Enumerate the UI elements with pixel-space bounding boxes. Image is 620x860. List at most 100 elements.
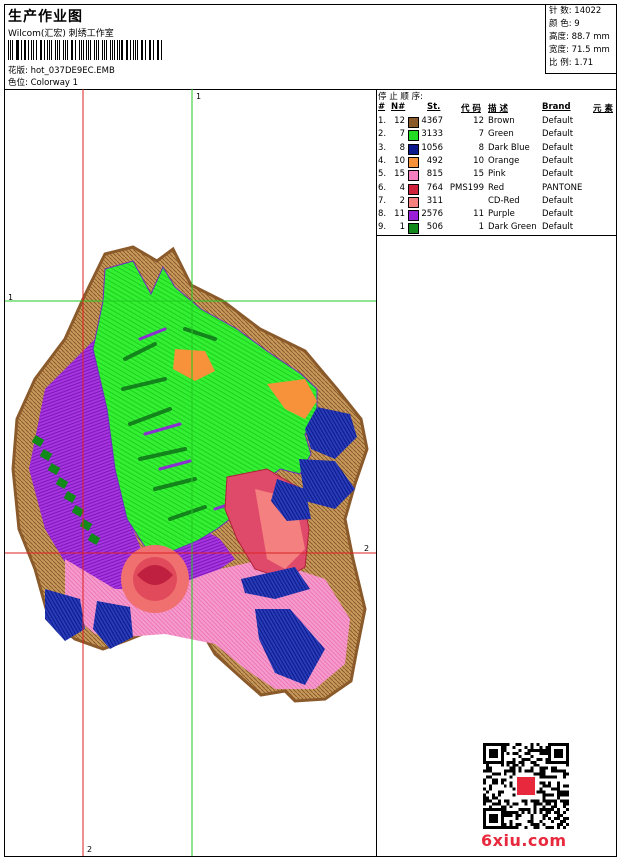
stop-sequence-title: 停 止 顺 序:	[378, 92, 423, 102]
row-stitches: 492	[426, 155, 443, 166]
row-stitches: 3133	[421, 129, 443, 140]
row-code: 10	[473, 155, 484, 166]
row-code: 8	[478, 142, 484, 153]
stat-scale: 比 例: 1.71	[549, 58, 594, 68]
color-swatch	[408, 183, 419, 195]
color-swatch	[408, 143, 419, 155]
table-row: 1. 12 4367 12 Brown Default	[377, 115, 616, 128]
table-row: 6. 4 764 PMS199 Red PANTONE	[377, 182, 616, 195]
row-brand: Default	[542, 195, 574, 206]
row-code: 7	[478, 129, 484, 140]
row-index: 2.	[378, 129, 387, 140]
table-row: 3. 8 1056 8 Dark Blue Default	[377, 142, 616, 155]
stat-colors: 颜 色: 9	[549, 19, 580, 29]
embroidery-design-image	[5, 89, 376, 856]
col-needle: N#	[391, 102, 406, 112]
row-brand: PANTONE	[542, 182, 583, 193]
table-row: 8. 11 2576 11 Purple Default	[377, 208, 616, 222]
row-index: 5.	[378, 169, 387, 180]
col-index: #	[378, 102, 386, 112]
row-description: Purple	[488, 209, 515, 220]
row-index: 1.	[378, 116, 387, 126]
row-stitches: 1056	[421, 142, 443, 153]
guide-label-h2: 2	[364, 544, 370, 553]
row-needle: 2	[399, 195, 405, 206]
sheet-header: 生产作业图 Wilcom(汇宏) 刺绣工作室 花版: hot_037DE9EC.…	[5, 5, 617, 90]
stat-height: 高度: 88.7 mm	[549, 32, 610, 42]
color-swatch	[408, 210, 419, 222]
row-index: 8.	[378, 209, 387, 220]
table-row: 5. 15 815 15 Pink Default	[377, 168, 616, 182]
col-brand: Brand	[542, 102, 571, 112]
row-stitches: 311	[426, 195, 443, 206]
stop-sequence-panel: 停 止 顺 序: # N# St. 代 码 描 述 Brand 元 素 1. 12…	[377, 89, 616, 236]
row-code: 15	[473, 169, 484, 180]
barcode	[8, 40, 164, 60]
table-row: 7. 2 311 CD-Red Default	[377, 195, 616, 208]
row-description: Brown	[488, 116, 515, 126]
row-code: PMS199	[449, 182, 484, 193]
guide-label-h1: 1	[8, 293, 14, 302]
row-code: 12	[473, 116, 484, 126]
row-index: 4.	[378, 155, 387, 166]
design-preview: 1 1 2 2	[5, 89, 377, 856]
row-description: CD-Red	[488, 195, 520, 206]
row-needle: 7	[399, 129, 405, 140]
row-brand: Default	[542, 222, 574, 233]
row-code: 1	[478, 222, 484, 233]
stat-stitches: 针 数: 14022	[549, 6, 602, 16]
row-description: Red	[488, 182, 505, 193]
row-needle: 12	[394, 116, 405, 126]
row-needle: 1	[399, 222, 405, 233]
row-brand: Default	[542, 155, 574, 166]
row-stitches: 2576	[421, 209, 443, 220]
table-row: 4. 10 492 10 Orange Default	[377, 155, 616, 168]
row-code: 11	[473, 209, 484, 220]
color-swatch	[408, 223, 419, 235]
row-needle: 8	[399, 142, 405, 153]
guide-label-v2: 2	[87, 845, 93, 854]
color-swatch	[408, 156, 419, 168]
row-index: 3.	[378, 142, 387, 153]
colorway-name: 色位: Colorway 1	[8, 78, 79, 88]
row-needle: 15	[394, 169, 405, 180]
row-description: Dark Green	[488, 222, 537, 233]
guide-label-v1: 1	[196, 92, 202, 101]
row-brand: Default	[542, 129, 574, 140]
stat-width: 宽度: 71.5 mm	[549, 45, 610, 55]
row-stitches: 815	[426, 169, 443, 180]
col-element: 元 素	[593, 104, 613, 114]
sheet-subtitle: Wilcom(汇宏) 刺绣工作室	[8, 29, 114, 39]
row-brand: Default	[542, 142, 574, 153]
production-sheet: 生产作业图 Wilcom(汇宏) 刺绣工作室 花版: hot_037DE9EC.…	[4, 4, 617, 857]
row-stitches: 4367	[421, 116, 443, 126]
row-description: Pink	[488, 169, 506, 180]
row-description: Orange	[488, 155, 520, 166]
qr-code	[483, 743, 569, 829]
stats-box: 针 数: 14022 颜 色: 9 高度: 88.7 mm 宽度: 71.5 m…	[545, 5, 617, 74]
stop-sequence-header: # N# St. 代 码 描 述 Brand 元 素	[377, 102, 616, 114]
row-needle: 11	[394, 209, 405, 220]
col-description: 描 述	[488, 104, 508, 114]
row-needle: 10	[394, 155, 405, 166]
row-index: 9.	[378, 222, 387, 233]
row-brand: Default	[542, 209, 574, 220]
row-needle: 4	[399, 182, 405, 193]
row-stitches: 506	[426, 222, 443, 233]
col-code: 代 码	[461, 104, 481, 114]
row-stitches: 764	[426, 182, 443, 193]
row-description: Dark Blue	[488, 142, 530, 153]
site-logo: 6xiu.com	[481, 831, 567, 850]
row-description: Green	[488, 129, 514, 140]
col-stitches: St.	[427, 102, 441, 112]
row-brand: Default	[542, 169, 574, 180]
color-swatch	[408, 170, 419, 182]
row-index: 6.	[378, 182, 387, 193]
sheet-title: 生产作业图	[8, 9, 83, 25]
color-swatch	[408, 196, 419, 208]
design-file-name: 花版: hot_037DE9EC.EMB	[8, 66, 115, 76]
table-row: 2. 7 3133 7 Green Default	[377, 128, 616, 142]
row-brand: Default	[542, 116, 574, 126]
table-row: 9. 1 506 1 Dark Green Default	[377, 221, 616, 235]
color-swatch	[408, 117, 419, 128]
